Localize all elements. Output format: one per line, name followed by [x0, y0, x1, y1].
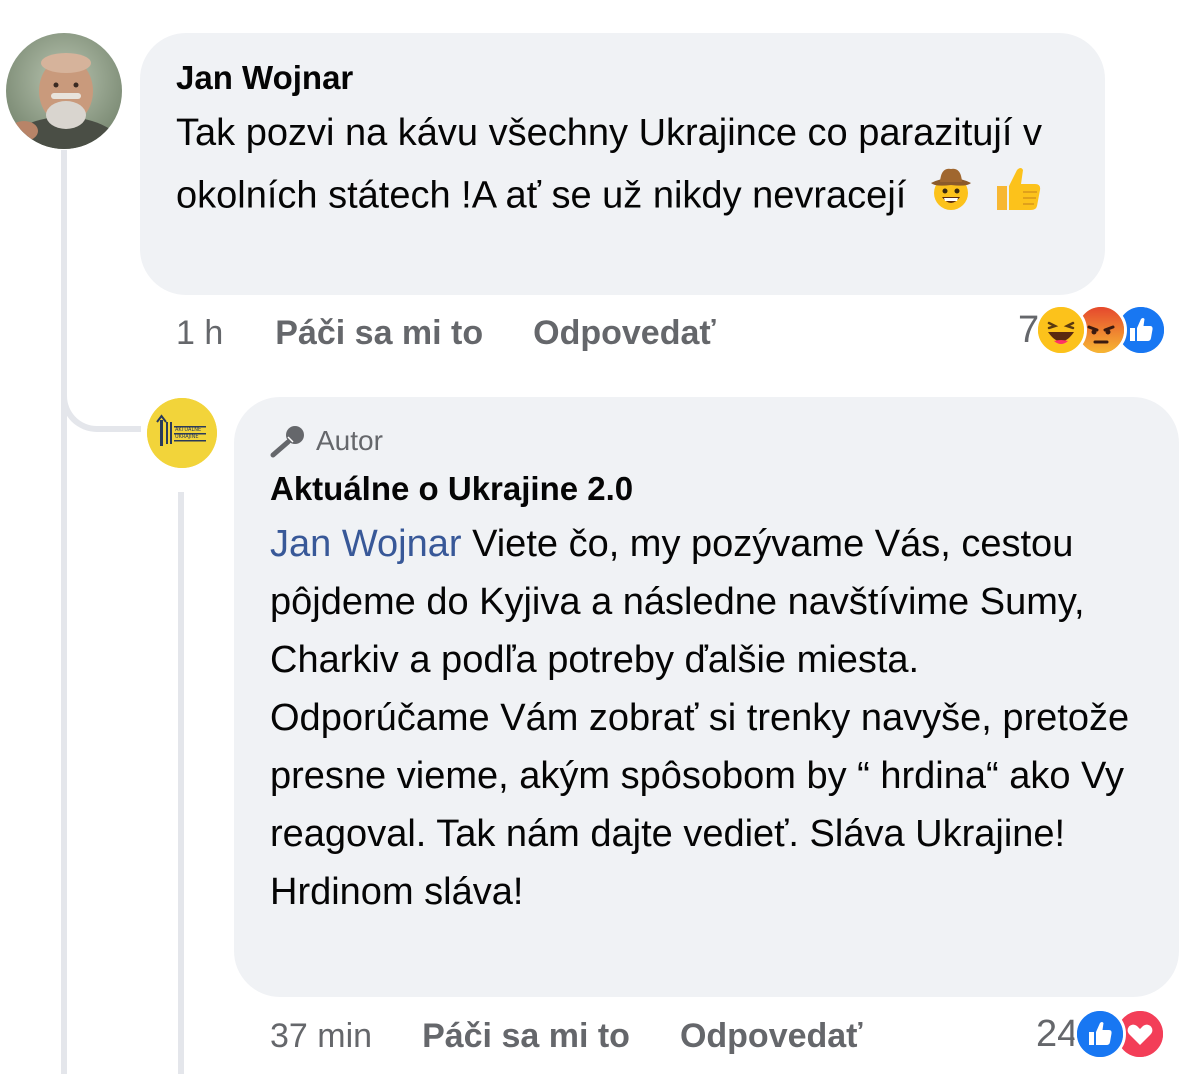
reply-body: Viete čo, my pozývame Vás, cestou pôjdem…: [270, 523, 1130, 913]
reply-reaction-count: 24: [1036, 1012, 1079, 1055]
avatar-photo: [6, 33, 122, 149]
reply-mention-link[interactable]: Jan Wojnar: [270, 523, 462, 565]
page-logo-icon: [147, 398, 217, 468]
comment-reactions[interactable]: 7: [1018, 302, 1168, 358]
microphone-icon: [270, 424, 308, 458]
haha-reaction-icon: [1035, 304, 1088, 356]
thread-line-main: [61, 150, 67, 1074]
cowboy-face-icon: [927, 165, 975, 230]
reply-reply-button[interactable]: Odpovedať: [680, 1017, 863, 1056]
thread-line-reply: [178, 492, 184, 1074]
avatar-text-line-1: AKTUÁLNE: [175, 427, 202, 433]
comment-text: Tak pozvi na kávu všechny Ukrajince co p…: [176, 104, 1069, 233]
reply-actions: 37 min Páči sa mi to Odpovedať: [270, 1013, 862, 1059]
comment-body: Tak pozvi na kávu všechny Ukrajince co p…: [176, 112, 1042, 217]
avatar-aktualne-o-ukrajine[interactable]: AKTUÁLNE UKRAJINE: [147, 398, 217, 468]
comment-bubble[interactable]: Jan Wojnar Tak pozvi na kávu všechny Ukr…: [140, 33, 1105, 295]
thumbs-up-icon: [991, 162, 1045, 233]
thread-line-branch: [61, 370, 141, 432]
author-badge: Autor: [270, 421, 1143, 461]
reply-text: Jan Wojnar Viete čo, my pozývame Vás, ce…: [270, 515, 1143, 921]
comment-author-name[interactable]: Jan Wojnar: [176, 58, 1069, 98]
reply-author-name[interactable]: Aktuálne o Ukrajine 2.0: [270, 469, 1143, 509]
comment-timestamp[interactable]: 1 h: [176, 314, 223, 353]
comment-reply-button[interactable]: Odpovedať: [533, 314, 716, 353]
reply-reactions[interactable]: 24: [1036, 1006, 1167, 1062]
avatar-jan-wojnar[interactable]: [6, 33, 122, 149]
comment-actions: 1 h Páči sa mi to Odpovedať: [176, 310, 716, 356]
reply-like-button[interactable]: Páči sa mi to: [422, 1017, 630, 1056]
like-reaction-icon: [1074, 1008, 1127, 1060]
reply-bubble[interactable]: Autor Aktuálne o Ukrajine 2.0 Jan Wojnar…: [234, 397, 1179, 997]
reply-timestamp[interactable]: 37 min: [270, 1017, 372, 1056]
author-badge-label: Autor: [316, 425, 383, 456]
avatar-text-line-2: UKRAJINE: [175, 434, 199, 440]
comment-like-button[interactable]: Páči sa mi to: [275, 314, 483, 353]
